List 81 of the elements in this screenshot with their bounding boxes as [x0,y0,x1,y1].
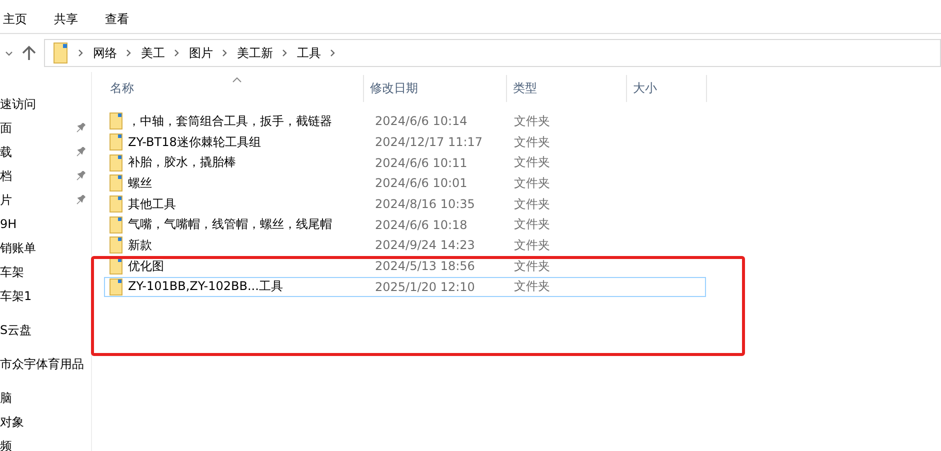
up-arrow-icon[interactable] [22,45,36,61]
nav-item[interactable]: 面 [0,120,12,136]
chevron-right-icon[interactable] [126,49,132,57]
breadcrumb-item[interactable]: 美工 [141,44,165,62]
folder-icon [109,174,123,192]
sort-caret-icon [232,77,242,83]
date-cell-text: 2024/6/6 10:18 [374,218,468,232]
folder-icon [109,236,123,254]
file-name: 优化图 [128,258,164,275]
type-cell-text: 文件夹 [513,216,551,234]
ribbon-tab[interactable]: 共享 [54,11,78,33]
file-name: 其他工具 [128,196,176,213]
ribbon-tab[interactable]: 主页 [3,11,27,33]
date-cell-text: 2024/6/6 10:14 [374,114,468,128]
folder-icon [109,112,123,130]
type-cell-text: 文件夹 [513,174,551,192]
column-header[interactable]: 名称 [104,75,364,102]
nav-item[interactable]: 市众宇体育用品 [0,356,84,372]
file-name: ，中轴，套筒组合工具，扳手，截链器 [128,112,332,130]
nav-item[interactable]: S云盘 [0,322,32,338]
type-cell-text: 文件夹 [513,112,551,130]
date-cell-text: 2024/8/16 10:35 [374,197,476,212]
nav-item[interactable]: 速访问 [0,96,36,112]
folder-icon [53,42,69,64]
file-row[interactable]: ZY-101BB,ZY-102BB...工具 2025/1/20 12:10 文件夹 [104,276,706,298]
file-name: 新款 [128,236,152,254]
address-bar[interactable]: 网络 美工 图片 美工新 工具 [44,39,941,67]
file-name: 气嘴，气嘴帽，线管帽，螺丝，线尾帽 [128,216,332,234]
nav-item[interactable]: 脑 [0,390,12,406]
breadcrumb-item[interactable]: 网络 [93,44,117,62]
chevron-right-icon[interactable] [174,49,180,57]
nav-item[interactable]: 车架1 [0,288,32,304]
chevron-right-icon[interactable] [78,49,84,57]
file-name: ZY-BT18迷你棘轮工具组 [128,134,261,151]
date-cell-text: 2025/1/20 12:10 [374,280,476,294]
file-row[interactable]: 其他工具 2024/8/16 10:35 文件夹 [104,194,706,214]
nav-item[interactable]: 9H [0,217,17,231]
folder-icon [109,195,123,214]
date-cell-text: 2024/6/6 10:11 [374,156,468,170]
file-row[interactable]: ，中轴，套筒组合工具，扳手，截链器 2024/6/6 10:14 文件夹 [104,111,706,132]
date-cell-text: 2024/12/17 11:17 [374,135,484,150]
nav-item[interactable]: 车架 [0,264,24,280]
type-cell-text: 文件夹 [513,278,551,296]
type-cell-text: 文件夹 [513,258,551,275]
chevron-right-icon[interactable] [330,49,336,57]
chevron-right-icon[interactable] [282,49,288,57]
date-cell-text: 2024/6/6 10:01 [374,176,468,190]
nav-item[interactable]: 销账单 [0,240,36,256]
folder-icon [109,216,123,234]
nav-item[interactable]: 对象 [0,414,24,430]
file-row[interactable]: 优化图 2024/5/13 18:56 文件夹 [104,256,706,276]
file-row[interactable]: 补胎，胶水，撬胎棒 2024/6/6 10:11 文件夹 [104,152,706,174]
nav-item[interactable]: 载 [0,144,12,160]
date-cell-text: 2024/5/13 18:56 [374,259,476,274]
file-name: ZY-101BB,ZY-102BB...工具 [128,278,283,296]
type-cell-text: 文件夹 [513,154,551,172]
type-cell-text: 文件夹 [513,134,551,151]
column-header[interactable]: 大小 [627,75,707,102]
date-cell-text: 2024/9/24 14:23 [374,238,476,252]
folder-icon [109,278,123,296]
file-row[interactable]: 新款 2024/9/24 14:23 文件夹 [104,235,706,256]
nav-item[interactable]: 频 [0,438,12,451]
file-row[interactable]: 气嘴，气嘴帽，线管帽，螺丝，线尾帽 2024/6/6 10:18 文件夹 [104,214,706,236]
folder-icon [109,133,123,152]
file-name: 补胎，胶水，撬胎棒 [128,154,236,172]
ribbon-tab[interactable]: 查看 [105,11,129,33]
chevron-right-icon[interactable] [222,49,228,57]
type-cell-text: 文件夹 [513,236,551,254]
file-row[interactable]: ZY-BT18迷你棘轮工具组 2024/12/17 11:17 文件夹 [104,132,706,152]
breadcrumb-item[interactable]: 图片 [189,44,213,62]
column-header[interactable]: 修改日期 [364,75,507,102]
folder-icon [109,154,123,172]
type-cell-text: 文件夹 [513,196,551,213]
file-name: 螺丝 [128,174,152,192]
breadcrumb-item[interactable]: 工具 [297,44,321,62]
nav-item[interactable]: 片 [0,192,12,208]
folder-icon [109,257,123,276]
column-header[interactable]: 类型 [507,75,627,102]
file-row[interactable]: 螺丝 2024/6/6 10:01 文件夹 [104,173,706,194]
nav-item[interactable]: 档 [0,168,12,184]
breadcrumb-item[interactable]: 美工新 [237,44,273,62]
